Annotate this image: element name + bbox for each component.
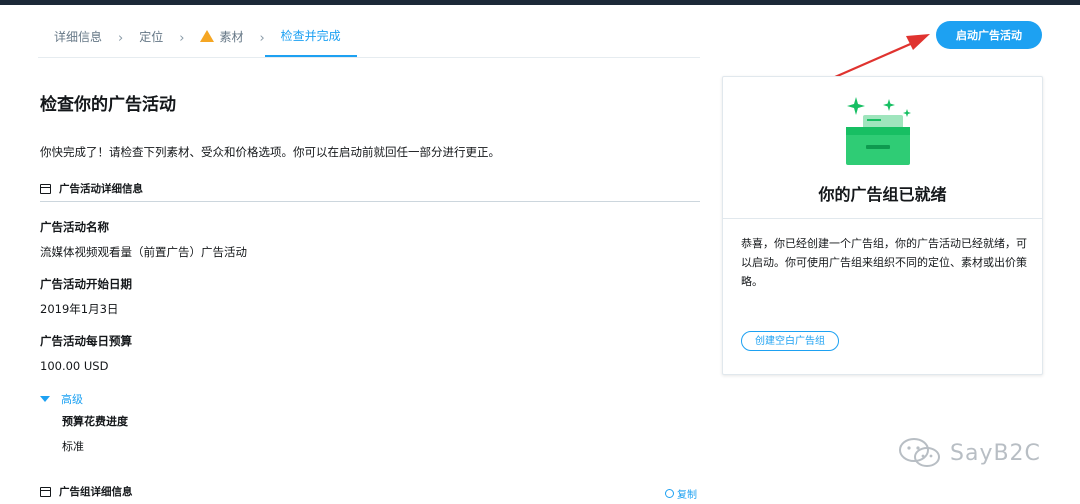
advanced-label: 高级 [61, 393, 83, 406]
wechat-icon [899, 438, 940, 467]
card-body: 恭喜，你已经创建一个广告组，你的广告活动已经就绪，可以启动。你可使用广告组来组织… [741, 237, 1027, 288]
page-title: 检查你的广告活动 [40, 95, 176, 115]
copy-icon [665, 489, 674, 498]
card-divider [723, 218, 1042, 219]
adgroup-details-heading: 广告组详细信息 [40, 484, 133, 499]
section-divider [40, 201, 700, 202]
intro-text: 你快完成了！请检查下列素材、受众和价格选项。你可以在启动前就回任一部分进行更正。 [40, 145, 500, 159]
start-date-value: 2019年1月3日 [40, 302, 119, 316]
watermark-text: SayB2C [950, 440, 1041, 466]
adgroup-details-label: 广告组详细信息 [59, 486, 133, 498]
daily-budget-value: 100.00 USD [40, 359, 109, 373]
copy-link[interactable]: 复制 [665, 486, 697, 501]
card-title: 你的广告组已就绪 [818, 185, 947, 204]
pacing-value: 标准 [62, 440, 84, 453]
caret-down-icon [40, 396, 50, 402]
create-empty-adgroup-button[interactable]: 创建空白广告组 [741, 331, 839, 351]
campaign-details-heading: 广告活动详细信息 [40, 181, 143, 196]
campaign-details-label: 广告活动详细信息 [59, 183, 143, 195]
campaign-name-label: 广告活动名称 [40, 220, 109, 234]
watermark: SayB2C [898, 438, 1041, 468]
adgroup-ready-card: 你的广告组已就绪 恭喜，你已经创建一个广告组，你的广告活动已经就绪，可以启动。你… [722, 76, 1043, 375]
campaign-name-value: 流媒体视频观看量（前置广告）广告活动 [40, 245, 247, 259]
copy-label: 复制 [677, 490, 697, 501]
card-icon [40, 183, 51, 194]
daily-budget-label: 广告活动每日预算 [40, 334, 132, 348]
start-date-label: 广告活动开始日期 [40, 277, 132, 291]
adgroup-ready-illustration-icon [846, 97, 911, 165]
card-icon [40, 486, 51, 497]
pacing-label: 预算花费进度 [62, 415, 128, 428]
advanced-toggle[interactable]: 高级 [40, 391, 83, 407]
